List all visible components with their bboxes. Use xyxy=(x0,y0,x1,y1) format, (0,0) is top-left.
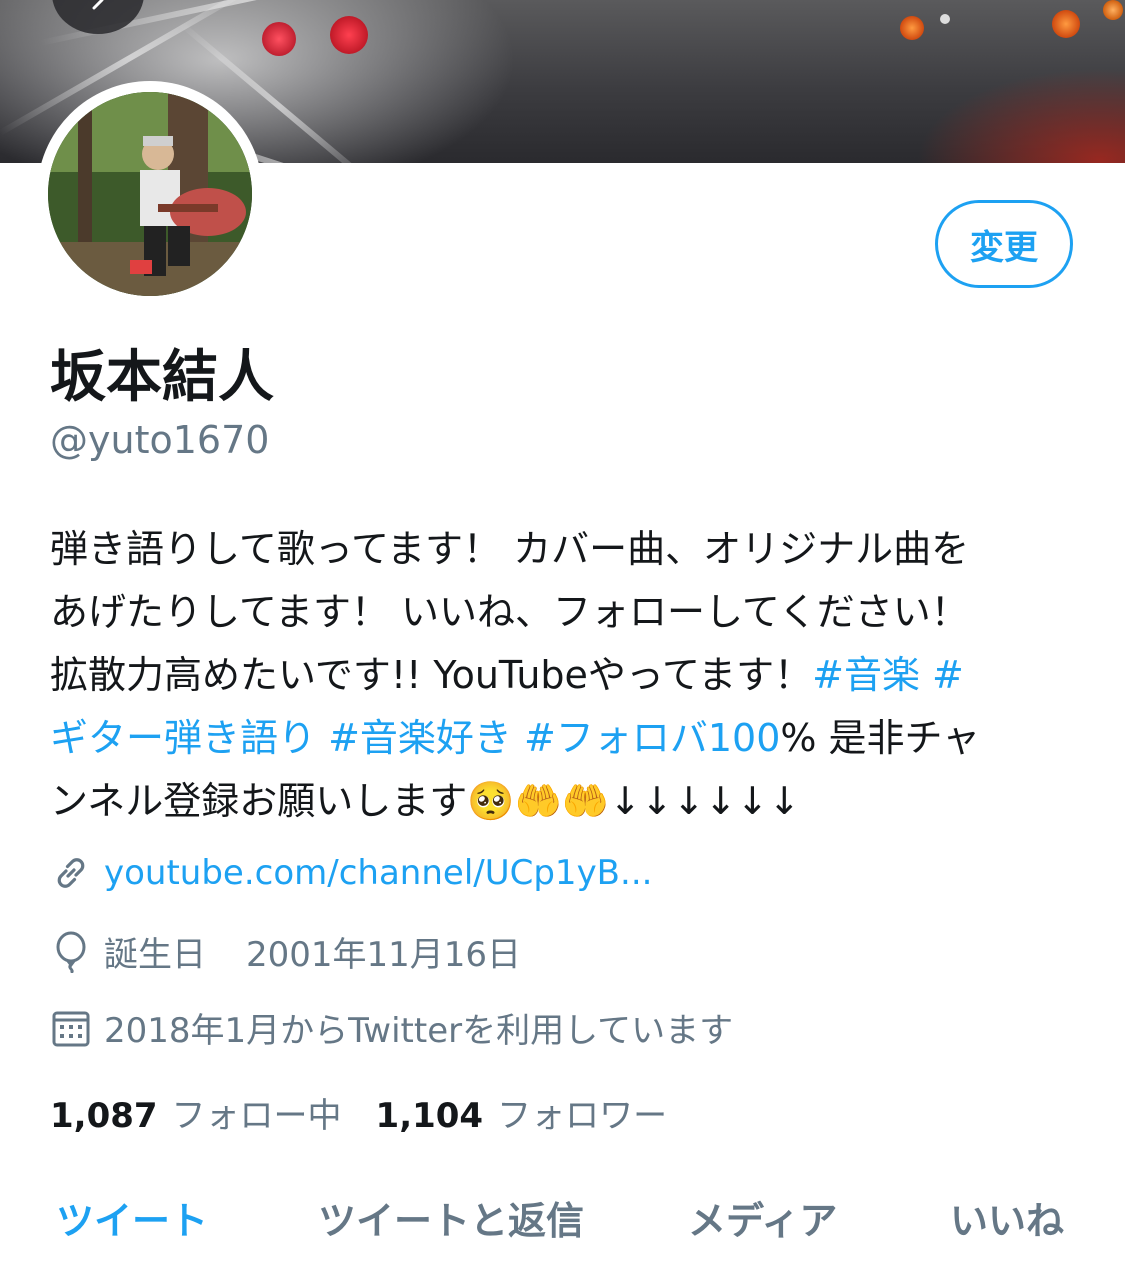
bio-line: 弾き語りして歌ってます！ カバー曲、オリジナル曲を xyxy=(50,518,1090,581)
tab-media[interactable]: メディア xyxy=(688,1190,837,1245)
following-label[interactable]: フォロー中 xyxy=(172,1088,342,1137)
profile-bio: 弾き語りして歌ってます！ カバー曲、オリジナル曲を あげたりしてます！ いいね、… xyxy=(50,518,1090,833)
bio-line: ンネル登録お願いします🥺🤲🤲↓↓↓↓↓↓ xyxy=(50,770,1090,833)
avatar[interactable] xyxy=(48,92,252,296)
back-arrow-icon xyxy=(92,0,104,10)
hashtag-link[interactable]: ギター弾き語り #音楽好き #フォロバ100 xyxy=(50,716,780,760)
hashtag-link[interactable]: #音楽 # xyxy=(812,653,964,697)
profile-link-row[interactable]: youtube.com/channel/UCp1yB... xyxy=(50,852,652,894)
tab-tweets[interactable]: ツイート xyxy=(56,1190,208,1245)
joined-row: 2018年1月からTwitterを利用しています xyxy=(50,1003,733,1052)
bio-line: 拡散力高めたいです!! YouTubeやってます！#音楽 # xyxy=(50,644,1090,707)
bio-text: % 是非チャ xyxy=(780,716,981,760)
tab-likes[interactable]: いいね xyxy=(950,1190,1064,1245)
birthday-label: 誕生日 xyxy=(104,935,206,975)
balloon-icon xyxy=(50,931,92,973)
tab-tweets-and-replies[interactable]: ツイートと返信 xyxy=(318,1190,584,1245)
edit-profile-button[interactable]: 変更 xyxy=(935,200,1073,288)
calendar-icon xyxy=(50,1007,92,1049)
follow-stats: 1,087 フォロー中 1,104 フォロワー xyxy=(50,1088,701,1137)
bio-text: あげたりしてます！ いいね、フォローしてください！ xyxy=(50,590,969,634)
profile-tabs: ツイート ツイートと返信 メディア いいね xyxy=(0,1190,1125,1260)
bio-line: あげたりしてます！ いいね、フォローしてください！ xyxy=(50,581,1090,644)
link-icon xyxy=(50,852,92,894)
avatar-photo xyxy=(48,92,252,296)
display-name: 坂本結人 xyxy=(50,345,274,410)
followers-label[interactable]: フォロワー xyxy=(497,1088,667,1137)
bio-text: 拡散力高めたいです!! YouTubeやってます！ xyxy=(50,653,813,697)
birthday-date: 2001年11月16日 xyxy=(246,935,522,975)
bio-text: ンネル登録お願いします xyxy=(50,779,468,823)
bio-line: ギター弾き語り #音楽好き #フォロバ100% 是非チャ xyxy=(50,707,1090,770)
followers-count[interactable]: 1,104 xyxy=(376,1096,484,1136)
user-handle: @yuto1670 xyxy=(50,418,270,462)
profile-link[interactable]: youtube.com/channel/UCp1yB... xyxy=(104,853,652,893)
bio-text: 弾き語りして歌ってます！ カバー曲、オリジナル曲を xyxy=(50,527,970,571)
bio-emoji: 🥺🤲🤲↓↓↓↓↓↓ xyxy=(467,779,801,823)
following-count[interactable]: 1,087 xyxy=(50,1096,158,1136)
birthday-row: 誕生日 2001年11月16日 xyxy=(50,927,521,976)
joined-date: 2018年1月からTwitterを利用しています xyxy=(104,1011,734,1051)
